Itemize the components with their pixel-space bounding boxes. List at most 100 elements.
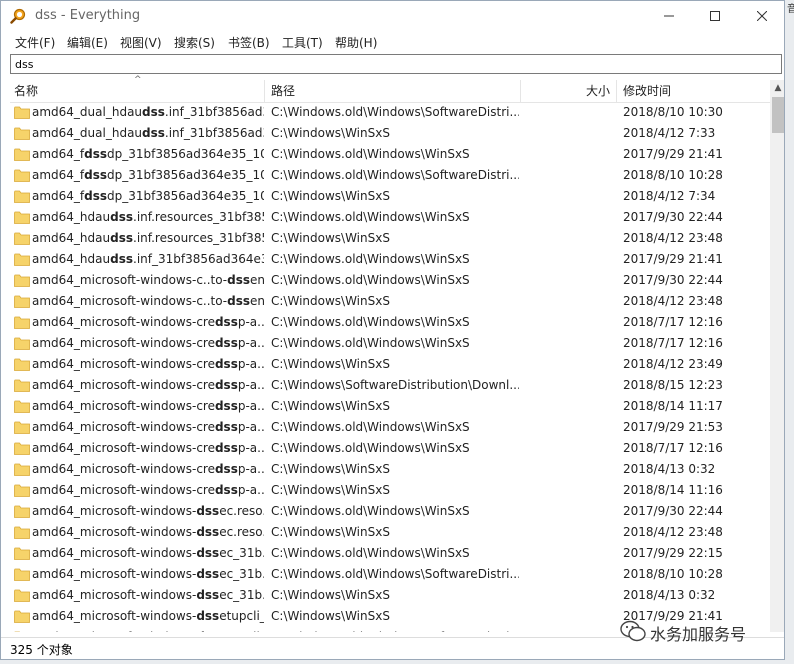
file-name-suffix: p-a... xyxy=(237,399,264,413)
table-row[interactable]: amd64_dual_hdaudss.inf_31bf3856ad3... C:\… xyxy=(10,123,770,144)
column-modified-header[interactable]: 修改时间 xyxy=(623,80,671,102)
file-modified-date: 2017/9/29 21:41 xyxy=(623,252,723,266)
vertical-scrollbar[interactable]: ▲ xyxy=(770,80,784,632)
table-row[interactable]: amd64_microsoft-windows-credssp-a... C:\W… xyxy=(10,333,770,354)
column-size-header[interactable]: 大小 xyxy=(586,80,610,102)
table-row[interactable]: amd64_microsoft-windows-dssec_31b... C:\W… xyxy=(10,543,770,564)
file-name: amd64_hdaudss.inf.resources_31bf385... xyxy=(32,207,264,228)
file-name: amd64_microsoft-windows-credssp-a... xyxy=(32,312,264,333)
table-row[interactable]: amd64_fdssdp_31bf3856ad364e35_10.... C:\W… xyxy=(10,186,770,207)
table-row[interactable]: amd64_microsoft-windows-c..to-dssen... C:… xyxy=(10,291,770,312)
file-name-prefix: amd64_microsoft-windows-cre xyxy=(32,336,215,350)
column-divider[interactable] xyxy=(264,80,265,102)
search-match-highlight: dss xyxy=(227,294,251,308)
table-row[interactable]: amd64_fdssdp_31bf3856ad364e35_10.... C:\W… xyxy=(10,144,770,165)
search-input[interactable] xyxy=(11,55,781,73)
maximize-button[interactable] xyxy=(692,1,738,31)
file-modified-date: 2017/9/29 22:15 xyxy=(623,546,723,560)
file-name: amd64_fdssdp_31bf3856ad364e35_10.... xyxy=(32,165,264,186)
table-row[interactable]: amd64_microsoft-windows-c..to-dssen... C:… xyxy=(10,270,770,291)
file-modified-date: 2018/4/13 0:32 xyxy=(623,588,716,602)
table-row[interactable]: amd64_hdaudss.inf.resources_31bf385... C:… xyxy=(10,228,770,249)
search-match-highlight: dss xyxy=(214,399,238,413)
folder-icon xyxy=(14,442,30,455)
scroll-up-icon[interactable]: ▲ xyxy=(770,80,784,97)
column-name-header[interactable]: 名称 xyxy=(14,80,38,102)
menu-help[interactable]: 帮助(H) xyxy=(335,34,377,51)
file-path: C:\Windows.old\Windows\WinSxS xyxy=(271,336,470,350)
file-path: C:\Windows.old\Windows\SoftwareDistri... xyxy=(271,105,519,119)
file-name-suffix: dp_31bf3856ad364e35_10.... xyxy=(107,168,264,182)
file-path: C:\Windows.old\Windows\WinSxS xyxy=(271,210,470,224)
file-name: amd64_microsoft-windows-dssetupcli_... xyxy=(32,606,264,627)
file-path: C:\Windows\WinSxS xyxy=(271,525,390,539)
table-row[interactable]: amd64_microsoft-windows-credssp-a... C:\W… xyxy=(10,417,770,438)
menu-file[interactable]: 文件(F) xyxy=(15,34,55,51)
table-row[interactable]: amd64_microsoft-windows-credssp-a... C:\W… xyxy=(10,354,770,375)
file-name-prefix: amd64_microsoft-windows-cre xyxy=(32,399,215,413)
table-row[interactable]: amd64_microsoft-windows-dssec_31b... C:\W… xyxy=(10,585,770,606)
table-row[interactable]: amd64_microsoft-windows-dssec.reso... C:\… xyxy=(10,522,770,543)
table-row[interactable]: amd64_microsoft-windows-credssp-a... C:\W… xyxy=(10,375,770,396)
menu-view[interactable]: 视图(V) xyxy=(120,34,162,51)
menu-tools[interactable]: 工具(T) xyxy=(282,34,323,51)
table-row[interactable]: amd64_microsoft-windows-credssp-a... C:\W… xyxy=(10,312,770,333)
column-divider[interactable] xyxy=(520,80,521,102)
file-name: amd64_fdssdp_31bf3856ad364e35_10.... xyxy=(32,144,264,165)
file-name-suffix: en... xyxy=(250,273,264,287)
file-modified-date: 2018/8/10 10:28 xyxy=(623,567,723,581)
file-name-suffix: p-a... xyxy=(237,378,264,392)
file-modified-date: 2018/8/10 10:30 xyxy=(623,105,723,119)
table-row[interactable]: amd64_microsoft-windows-dssec.reso... C:\… xyxy=(10,501,770,522)
table-row[interactable]: amd64_hdaudss.inf.resources_31bf385... C:… xyxy=(10,207,770,228)
search-match-highlight: dss xyxy=(196,525,220,539)
close-button[interactable] xyxy=(739,1,784,31)
folder-icon xyxy=(14,316,30,329)
column-divider[interactable] xyxy=(616,80,617,102)
file-name-suffix: p-a... xyxy=(237,462,264,476)
file-modified-date: 2017/9/30 22:44 xyxy=(623,504,723,518)
search-box[interactable] xyxy=(10,54,782,74)
file-name-prefix: amd64_microsoft-windows-cre xyxy=(32,462,215,476)
file-name-suffix: ec_31b... xyxy=(219,546,264,560)
file-name-prefix: amd64_f xyxy=(32,189,85,203)
file-path: C:\Windows.old\Windows\WinSxS xyxy=(271,441,470,455)
file-name-suffix: .inf.resources_31bf385... xyxy=(133,210,264,224)
file-name-prefix: amd64_f xyxy=(32,168,85,182)
table-row[interactable]: amd64_microsoft-windows-credssp-a... C:\W… xyxy=(10,459,770,480)
folder-icon xyxy=(14,295,30,308)
table-row[interactable]: amd64_hdaudss.inf_31bf3856ad364e3... C:\W… xyxy=(10,249,770,270)
folder-icon xyxy=(14,379,30,392)
table-row[interactable]: amd64_microsoft-windows-credssp-a... C:\W… xyxy=(10,480,770,501)
table-row[interactable]: amd64_fdssdp_31bf3856ad364e35_10.... C:\W… xyxy=(10,165,770,186)
table-row[interactable]: amd64_microsoft-windows-credssp-a... C:\W… xyxy=(10,438,770,459)
menu-bookmarks[interactable]: 书签(B) xyxy=(228,34,270,51)
file-path: C:\Windows\WinSxS xyxy=(271,483,390,497)
file-name-prefix: amd64_microsoft-windows-cre xyxy=(32,357,215,371)
search-match-highlight: dss xyxy=(214,315,238,329)
search-match-highlight: dss xyxy=(110,252,133,266)
menu-edit[interactable]: 编辑(E) xyxy=(67,34,108,51)
search-match-highlight: dss xyxy=(214,378,238,392)
file-name-suffix: etupcli_... xyxy=(219,630,264,632)
file-path: C:\Windows\WinSxS xyxy=(271,462,390,476)
menu-search[interactable]: 搜索(S) xyxy=(174,34,215,51)
file-name: amd64_microsoft-windows-credssp-a... xyxy=(32,438,264,459)
column-path-header[interactable]: 路径 xyxy=(271,80,295,102)
file-name: amd64_microsoft-windows-credssp-a... xyxy=(32,396,264,417)
table-row[interactable]: amd64_microsoft-windows-dssec_31b... C:\W… xyxy=(10,564,770,585)
title-bar[interactable]: dss - Everything xyxy=(1,1,784,31)
search-match-highlight: dss xyxy=(84,168,108,182)
file-name: amd64_microsoft-windows-credssp-a... xyxy=(32,333,264,354)
table-row[interactable]: amd64_dual_hdaudss.inf_31bf3856ad3... C:\… xyxy=(10,102,770,123)
file-modified-date: 2018/4/12 23:48 xyxy=(623,525,723,539)
file-name: amd64_microsoft-windows-credssp-a... xyxy=(32,354,264,375)
search-match-highlight: dss xyxy=(196,504,220,518)
file-modified-date: 2017/9/29 21:53 xyxy=(623,420,723,434)
scroll-thumb[interactable] xyxy=(772,97,784,133)
table-row[interactable]: amd64_microsoft-windows-credssp-a... C:\W… xyxy=(10,396,770,417)
minimize-button[interactable] xyxy=(646,1,692,31)
file-name: amd64_microsoft-windows-dssec_31b... xyxy=(32,585,264,606)
file-name-suffix: p-a... xyxy=(237,483,264,497)
search-match-highlight: dss xyxy=(110,210,133,224)
